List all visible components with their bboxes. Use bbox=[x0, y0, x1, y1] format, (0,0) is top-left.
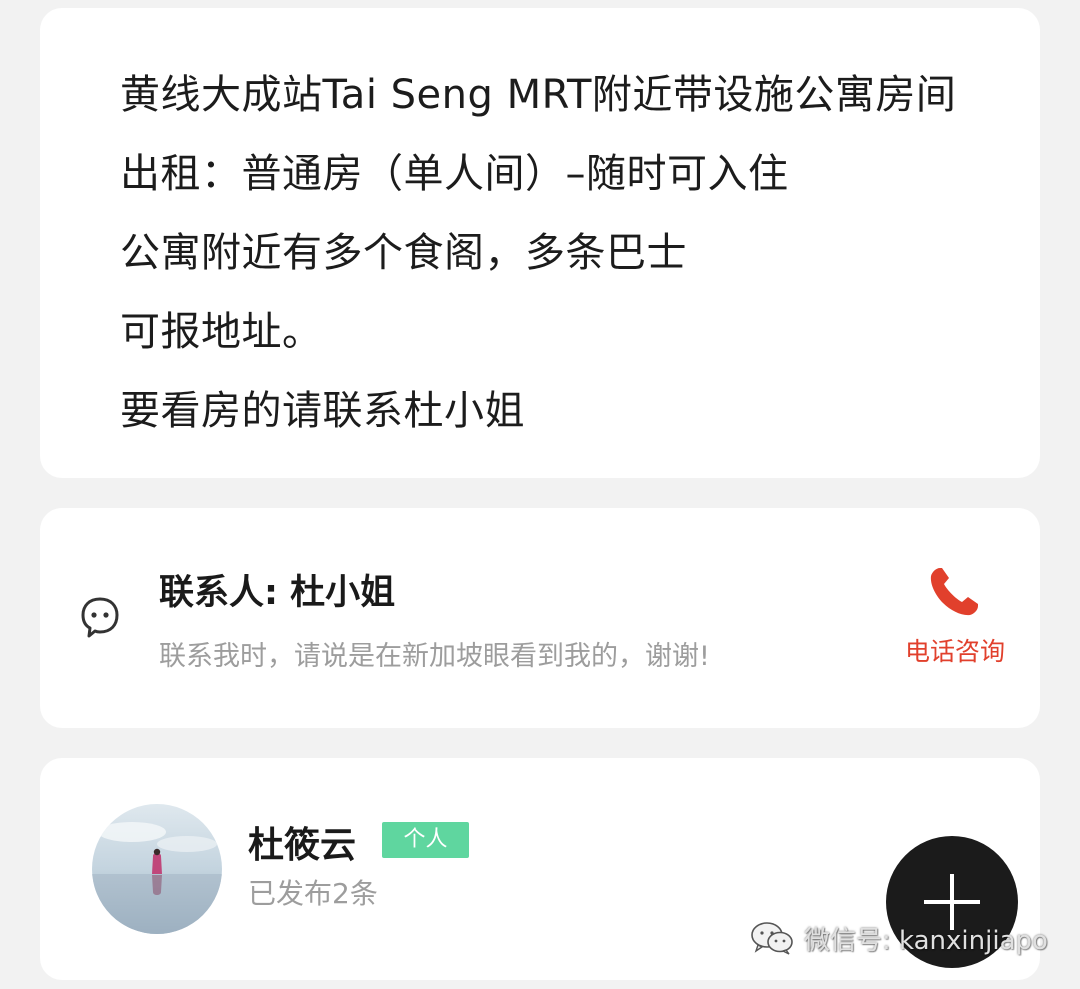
contact-name: 联系人: 杜小姐 bbox=[159, 573, 396, 613]
avatar[interactable] bbox=[92, 804, 222, 934]
description-line: 公寓附近有多个食阁，多条巴士 bbox=[120, 230, 687, 276]
phone-handset-icon bbox=[926, 564, 982, 620]
publisher-name: 杜筱云 bbox=[248, 825, 357, 866]
contact-card: 联系人: 杜小姐 联系我时，请说是在新加坡眼看到我的，谢谢! 电话咨询 bbox=[40, 508, 1040, 728]
watermark-text: 微信号: kanxinjiapo bbox=[804, 926, 1048, 956]
chat-bubble-face-icon bbox=[80, 596, 120, 640]
phone-consult-label: 电话咨询 bbox=[904, 637, 1005, 666]
description-line: 黄线大成站Tai Seng MRT附近带设施公寓房间 bbox=[120, 72, 957, 118]
description-line: 要看房的请联系杜小姐 bbox=[120, 388, 525, 434]
phone-consult-button[interactable]: 电话咨询 bbox=[890, 564, 1020, 674]
description-card: 黄线大成站Tai Seng MRT附近带设施公寓房间 出租：普通房（单人间）–随… bbox=[40, 8, 1040, 478]
post-count: 已发布2条 bbox=[248, 877, 378, 910]
contact-note: 联系我时，请说是在新加坡眼看到我的，谢谢! bbox=[159, 641, 710, 672]
personal-badge: 个人 bbox=[382, 822, 469, 858]
description-line: 可报地址。 bbox=[120, 309, 323, 355]
wechat-icon bbox=[748, 920, 798, 956]
description-line: 出租：普通房（单人间）–随时可入住 bbox=[120, 151, 789, 197]
